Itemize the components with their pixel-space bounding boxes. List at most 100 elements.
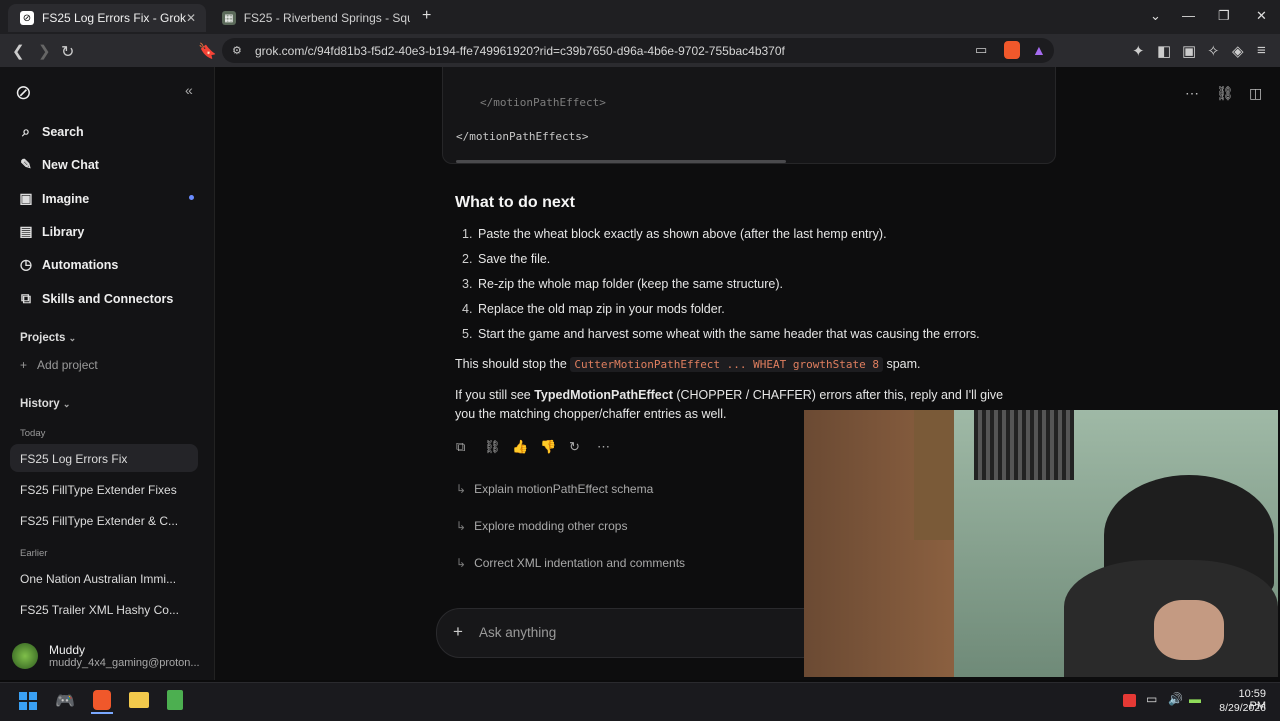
user-name: Muddy: [49, 643, 86, 657]
tray-app-icon[interactable]: [1123, 694, 1136, 707]
search-icon: ⌕: [22, 123, 30, 139]
tab-riverbend[interactable]: ▦ FS25 - Riverbend Springs - Squigglz...: [210, 4, 410, 32]
clock-date[interactable]: 8/29/2026: [1214, 702, 1266, 714]
close-window-icon[interactable]: ✕: [1256, 8, 1267, 24]
sidebar-item-automations[interactable]: ◷ Automations: [18, 256, 119, 273]
code-scrollbar[interactable]: [456, 160, 786, 163]
collapse-sidebar-icon[interactable]: «: [185, 82, 193, 98]
clock-icon: ◷: [19, 256, 33, 272]
cast-icon[interactable]: ▭: [975, 42, 987, 58]
step-text: Start the game and harvest some wheat wi…: [478, 327, 980, 341]
url-text[interactable]: grok.com/c/94fd81b3-f5d2-40e3-b194-ffe74…: [255, 44, 785, 58]
history-item[interactable]: FS25 FillType Extender Fixes: [20, 483, 177, 497]
suggestion-text: Explore modding other crops: [474, 519, 628, 533]
history-label: History: [20, 398, 60, 410]
map-favicon-icon: ▦: [222, 11, 236, 25]
menu-icon[interactable]: ≡: [1257, 42, 1266, 59]
followup-suggestion[interactable]: ↳ Explore modding other crops: [456, 519, 627, 533]
minimize-icon[interactable]: —: [1182, 8, 1195, 23]
grok-logo-icon[interactable]: ⊘: [15, 80, 32, 105]
sidebar-item-label: Automations: [42, 257, 119, 272]
step-text: Re-zip the whole map folder (keep the sa…: [478, 277, 783, 291]
leo-ai-icon[interactable]: ✧: [1207, 42, 1220, 60]
extensions-icon[interactable]: ✦: [1132, 42, 1145, 60]
vpn-icon[interactable]: ◈: [1232, 42, 1244, 60]
sidebar-item-library[interactable]: ▤ Library: [18, 223, 84, 240]
sidebar-item-new-chat[interactable]: ✎ New Chat: [18, 156, 99, 173]
battery-icon[interactable]: ▬: [1189, 692, 1201, 706]
reload-icon[interactable]: ↻: [61, 42, 74, 62]
gamepad-icon[interactable]: 🎮: [55, 691, 75, 711]
bookmark-icon[interactable]: 🔖: [198, 42, 217, 60]
sidebar-toggle-icon[interactable]: ◧: [1157, 42, 1171, 60]
more-actions-icon[interactable]: ⋯: [597, 439, 610, 455]
sidebar-item-search[interactable]: ⌕ Search: [18, 123, 84, 140]
history-item[interactable]: FS25 FillType Extender & C...: [20, 514, 178, 528]
forward-icon[interactable]: ❯: [38, 42, 51, 60]
history-item[interactable]: One Nation Australian Immi...: [20, 572, 176, 586]
list-item: 1. Paste the wheat block exactly as shown…: [462, 227, 887, 241]
tab-grok[interactable]: ⊘ FS25 Log Errors Fix - Grok ✕: [8, 4, 206, 32]
thumbs-down-icon[interactable]: 👎: [540, 439, 556, 455]
user-email: muddy_4x4_gaming@proton...: [49, 657, 200, 669]
share-link-icon[interactable]: ⛓: [1216, 85, 1234, 102]
paragraph-text: If you still see: [455, 388, 535, 402]
composer-placeholder[interactable]: Ask anything: [479, 625, 556, 640]
history-item[interactable]: FS25 Trailer XML Hashy Co...: [20, 603, 179, 617]
brave-taskbar-icon[interactable]: [93, 690, 111, 710]
list-item: 2. Save the file.: [462, 252, 551, 266]
close-tab-icon[interactable]: ✕: [186, 11, 196, 25]
step-text: Paste the wheat block exactly as shown a…: [478, 227, 887, 241]
paragraph-text: This should stop the: [455, 357, 571, 371]
list-item: 5. Start the game and harvest some wheat …: [462, 327, 980, 341]
paragraph-text: spam.: [883, 357, 921, 371]
volume-icon[interactable]: 🔊: [1168, 692, 1183, 706]
sidebar-item-label: Search: [42, 124, 84, 139]
maximize-icon[interactable]: ❐: [1218, 8, 1230, 24]
sidebar-item-skills[interactable]: ⧉ Skills and Connectors: [18, 290, 173, 307]
back-icon[interactable]: ❮: [12, 42, 25, 60]
sidebar-item-imagine[interactable]: ▣ Imagine: [18, 190, 89, 207]
sidebar-item-label: Skills and Connectors: [42, 291, 174, 306]
inline-code: CutterMotionPathEffect ... WHEAT growthS…: [570, 357, 883, 372]
copy-icon[interactable]: ⧉: [456, 439, 465, 455]
grok-favicon-icon: ⊘: [20, 11, 34, 25]
attach-plus-icon[interactable]: +: [453, 622, 463, 642]
sidebar-item-label: Library: [42, 224, 85, 239]
avatar[interactable]: [12, 643, 38, 669]
projects-header[interactable]: Projects ⌄: [20, 332, 76, 344]
blanket-image: [974, 410, 1074, 480]
sidebar-item-label: New Chat: [42, 157, 99, 172]
sidebar-item-label: Imagine: [42, 191, 90, 206]
network-icon[interactable]: ▭: [1146, 692, 1157, 706]
history-header[interactable]: History ⌄: [20, 398, 70, 410]
section-heading: What to do next: [455, 194, 575, 211]
add-project-button[interactable]: + Add project: [20, 358, 98, 372]
file-explorer-icon[interactable]: [129, 692, 149, 708]
tab-list-icon[interactable]: ⌄: [1150, 8, 1161, 24]
notepad-icon[interactable]: [167, 690, 183, 710]
thumbs-up-icon[interactable]: 👍: [512, 439, 528, 455]
step-text: Save the file.: [478, 252, 551, 266]
wallet-icon[interactable]: ▣: [1182, 42, 1196, 60]
windows-start-icon[interactable]: [19, 692, 37, 710]
taskbar: [0, 682, 1280, 721]
hand-image: [1154, 600, 1224, 660]
more-options-icon[interactable]: ⋯: [1185, 85, 1199, 102]
list-item: 3. Re-zip the whole map folder (keep the …: [462, 277, 783, 291]
image-icon: ▣: [19, 190, 33, 206]
paragraph-text: you the matching chopper/chaffer entries…: [455, 407, 727, 421]
followup-suggestion[interactable]: ↳ Explain motionPathEffect schema: [456, 482, 653, 496]
panel-toggle-icon[interactable]: ◫: [1249, 85, 1262, 102]
history-item[interactable]: FS25 Log Errors Fix: [20, 452, 127, 466]
library-icon: ▤: [19, 223, 33, 239]
chevron-down-icon: ⌄: [62, 399, 71, 409]
followup-suggestion[interactable]: ↳ Correct XML indentation and comments: [456, 556, 685, 570]
link-icon[interactable]: ⛓: [484, 439, 501, 455]
regenerate-icon[interactable]: ↻: [569, 439, 580, 455]
site-info-icon[interactable]: ⚙: [232, 44, 242, 57]
brave-rewards-icon[interactable]: ▲: [1032, 42, 1046, 58]
tab-title: FS25 - Riverbend Springs - Squigglz...: [243, 11, 410, 25]
new-tab-icon[interactable]: +: [422, 7, 431, 25]
brave-shield-icon[interactable]: [1004, 41, 1020, 59]
